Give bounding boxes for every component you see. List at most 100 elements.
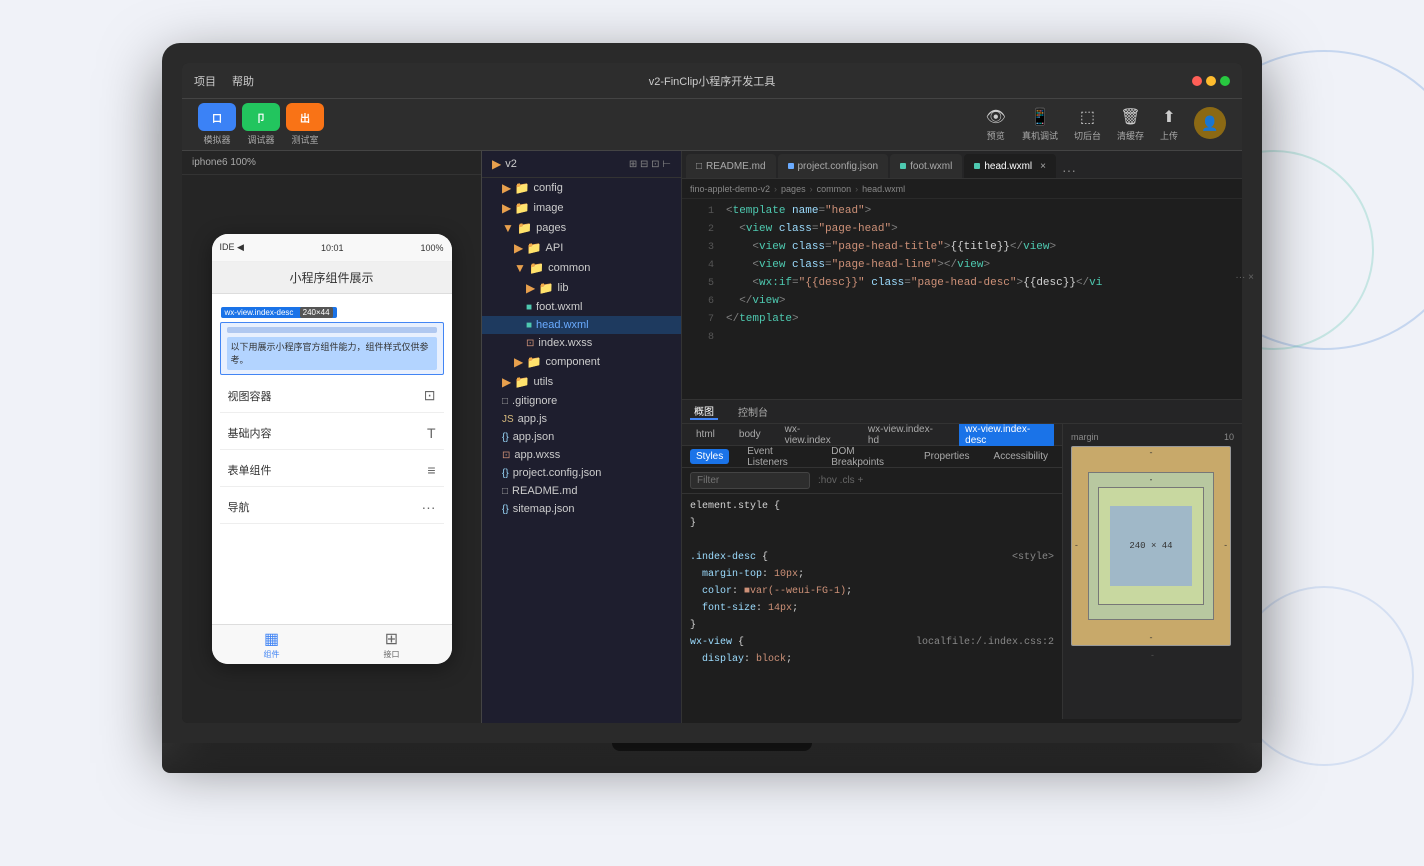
- section-nav-icon: ···: [422, 499, 436, 515]
- device-debug-icon: 📱: [1030, 107, 1050, 127]
- folder-pages-icon: ▼ 📁: [502, 221, 532, 235]
- head-wxml-label: head.wxml: [536, 319, 589, 331]
- minimize-button[interactable]: [1206, 76, 1216, 86]
- phone-battery: 100%: [420, 243, 443, 253]
- debug-tab-overview[interactable]: 概图: [690, 403, 718, 420]
- test-mode-button[interactable]: 出: [286, 103, 324, 131]
- clear-cache-action[interactable]: 🗑 清缓存: [1117, 107, 1144, 142]
- style-line-close: }: [682, 617, 1062, 634]
- tab-foot-wxml[interactable]: foot.wxml: [890, 154, 962, 178]
- elem-tab-html[interactable]: html: [690, 427, 721, 442]
- style-tab-accessibility[interactable]: Accessibility: [988, 449, 1054, 464]
- file-foot-wxml[interactable]: ■ foot.wxml: [482, 298, 681, 316]
- close-button[interactable]: [1192, 76, 1202, 86]
- style-line-wxview: wx-view { localfile:/.index.css:2: [682, 634, 1062, 651]
- maximize-button[interactable]: [1220, 76, 1230, 86]
- breadcrumb-part-4: head.wxml: [862, 184, 905, 194]
- file-app-js[interactable]: JS app.js: [482, 410, 681, 428]
- tab-close-icon[interactable]: ×: [1040, 161, 1046, 172]
- phone-title-bar: 小程序组件展示 ··· ×: [212, 262, 452, 294]
- nav-api-label: 接口: [384, 649, 400, 660]
- style-tab-properties[interactable]: Properties: [918, 449, 976, 464]
- style-tab-event[interactable]: Event Listeners: [741, 444, 813, 470]
- simulator-header: iphone6 100%: [182, 151, 481, 175]
- code-line-8: 8: [682, 329, 1242, 347]
- simulator-panel: iphone6 100% IDE ◀ 10:01 100% 小程序组件展示 ··: [182, 151, 482, 723]
- debug-tab-console[interactable]: 控制台: [734, 404, 772, 419]
- tab-project-config[interactable]: project.config.json: [778, 154, 889, 178]
- simulator-screen: IDE ◀ 10:01 100% 小程序组件展示 ··· ×: [182, 175, 481, 723]
- test-mode-item: 出 测试室: [286, 103, 324, 146]
- styles-filter-input[interactable]: [690, 472, 810, 489]
- elem-tab-wx-view-desc[interactable]: wx-view.index-desc: [959, 424, 1054, 448]
- folder-common-label: common: [548, 262, 590, 274]
- folder-lib-icon: ▶ 📁: [526, 281, 554, 295]
- nav-api[interactable]: ⊞ 接口: [384, 629, 400, 660]
- foot-wxml-label: foot.wxml: [536, 301, 582, 313]
- preview-action[interactable]: 👁 预览: [986, 107, 1006, 142]
- section-form-icon: ≡: [427, 462, 435, 478]
- folder-utils[interactable]: ▶ 📁 utils: [482, 372, 681, 392]
- style-tab-dom[interactable]: DOM Breakpoints: [825, 444, 906, 470]
- file-app-json[interactable]: {} app.json: [482, 428, 681, 446]
- tab-head-wxml[interactable]: head.wxml ×: [964, 154, 1056, 178]
- avatar-button[interactable]: 👤: [1194, 107, 1226, 139]
- simulator-mode-button[interactable]: 口: [198, 103, 236, 131]
- file-project-config[interactable]: {} project.config.json: [482, 464, 681, 482]
- upload-action[interactable]: ⬆ 上传: [1160, 107, 1178, 142]
- folder-config[interactable]: ▶ 📁 config: [482, 178, 681, 198]
- box-model: - - - - - - 240 × 44: [1071, 446, 1231, 646]
- phone-nav: ▦ 组件 ⊞ 接口: [212, 624, 452, 664]
- nav-component[interactable]: ▦ 组件: [264, 629, 280, 660]
- nav-api-icon: ⊞: [385, 629, 398, 649]
- file-head-wxml[interactable]: ■ head.wxml: [482, 316, 681, 334]
- menu-item-project[interactable]: 项目: [194, 73, 216, 89]
- tab-readme[interactable]: □ README.md: [686, 154, 776, 178]
- app-json-icon: {}: [502, 432, 509, 443]
- phone-frame: IDE ◀ 10:01 100% 小程序组件展示 ··· ×: [212, 234, 452, 664]
- file-readme[interactable]: □ README.md: [482, 482, 681, 500]
- device-debug-action[interactable]: 📱 真机调试: [1022, 107, 1058, 142]
- simulator-mode-label: 模拟器: [203, 133, 230, 146]
- code-editor[interactable]: 1 <template name="head"> 2 <view class="…: [682, 199, 1242, 399]
- folder-component[interactable]: ▶ 📁 component: [482, 352, 681, 372]
- root-label: v2: [505, 158, 517, 170]
- folder-api[interactable]: ▶ 📁 API: [482, 238, 681, 258]
- code-content: 1 <template name="head"> 2 <view class="…: [682, 199, 1242, 399]
- folder-lib[interactable]: ▶ 📁 lib: [482, 278, 681, 298]
- app-wxss-icon: ⊡: [502, 450, 510, 461]
- phone-section-form: 表单组件 ≡: [220, 454, 444, 487]
- phone-section-basic: 基础内容 T: [220, 417, 444, 450]
- box-border: - - 240 × 44: [1088, 472, 1214, 621]
- app-wxss-label: app.wxss: [514, 449, 560, 461]
- folder-common-icon: ▼ 📁: [514, 261, 544, 275]
- elem-tab-body[interactable]: body: [733, 427, 767, 442]
- more-tabs-icon[interactable]: ···: [1062, 162, 1076, 178]
- file-app-wxss[interactable]: ⊡ app.wxss: [482, 446, 681, 464]
- menu-item-help[interactable]: 帮助: [232, 73, 254, 89]
- file-sitemap[interactable]: {} sitemap.json: [482, 500, 681, 518]
- laptop-notch: [612, 743, 812, 751]
- head-wxml-tab-label: head.wxml: [984, 161, 1032, 172]
- debugger-mode-label: 调试器: [247, 133, 274, 146]
- box-model-label: margin 10: [1071, 432, 1234, 442]
- folder-image[interactable]: ▶ 📁 image: [482, 198, 681, 218]
- background-action[interactable]: ⬚ 切后台: [1074, 107, 1101, 142]
- file-index-wxss[interactable]: ⊡ index.wxss: [482, 334, 681, 352]
- file-gitignore[interactable]: □ .gitignore: [482, 392, 681, 410]
- debugger-mode-button[interactable]: 卩: [242, 103, 280, 131]
- phone-signal: IDE ◀: [220, 242, 244, 253]
- folder-api-label: API: [546, 242, 564, 254]
- filetree-header: ▶ v2 ⊞ ⊟ ⊡ ⊢: [482, 151, 681, 178]
- folder-common[interactable]: ▼ 📁 common: [482, 258, 681, 278]
- laptop-screen: 项目 帮助 v2-FinClip小程序开发工具 口 模拟器: [182, 63, 1242, 723]
- style-tab-styles[interactable]: Styles: [690, 449, 729, 464]
- section-nav-label: 导航: [228, 499, 250, 515]
- ide-toolbar: 口 模拟器 卩 调试器 出 测试室 👁: [182, 99, 1242, 151]
- index-wxss-label: index.wxss: [538, 337, 592, 349]
- style-line-2: }: [682, 515, 1062, 532]
- box-margin: - - - - - - 240 × 44: [1071, 446, 1231, 646]
- debug-left: html body wx-view.index wx-view.index-hd…: [682, 424, 1062, 719]
- readme-icon: □: [502, 486, 508, 497]
- folder-pages[interactable]: ▼ 📁 pages: [482, 218, 681, 238]
